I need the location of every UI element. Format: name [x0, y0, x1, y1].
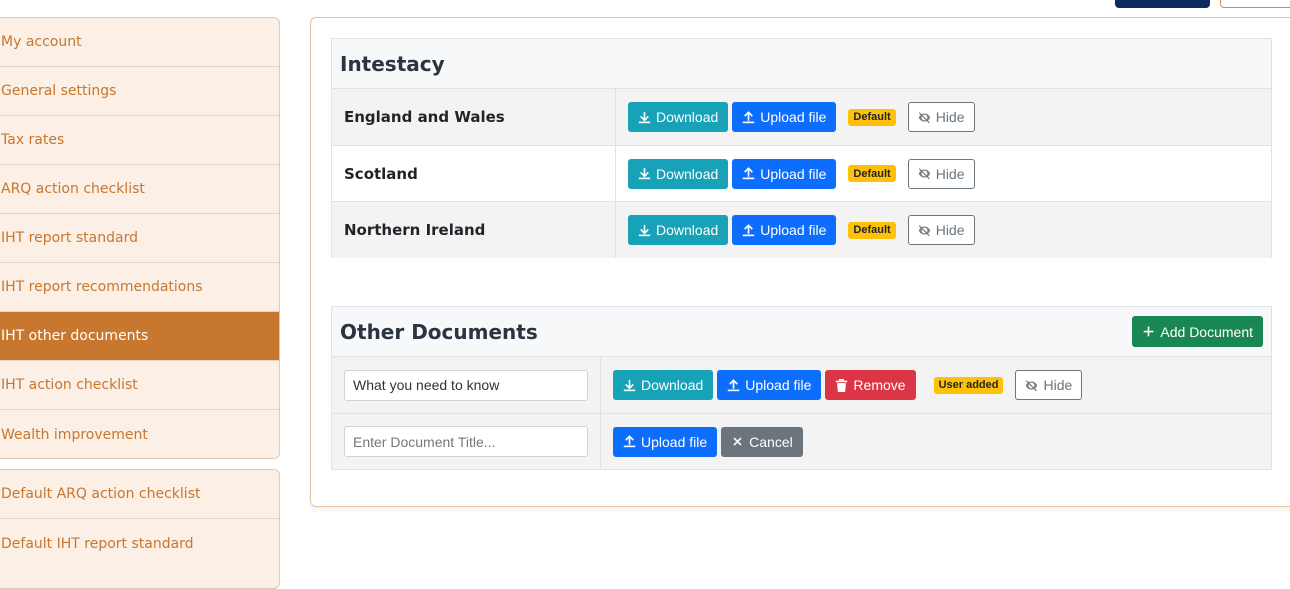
upload-file-button[interactable]: Upload file — [732, 158, 837, 189]
download-label: Download — [656, 109, 719, 125]
eye-slash-icon — [918, 224, 930, 236]
sidebar-item-arq-action-checklist[interactable]: ARQ action checklist — [0, 165, 279, 214]
row-label: Scotland — [332, 146, 616, 201]
row-title-cell — [332, 414, 601, 469]
sidebar-item-my-account[interactable]: My account — [0, 18, 279, 67]
upload-label: Upload file — [760, 222, 827, 238]
cancel-button[interactable]: Cancel — [721, 426, 803, 457]
sidebar-item-label: Wealth improvement — [1, 426, 148, 443]
sidebar-item-default-arq-action-checklist[interactable]: Default ARQ action checklist — [0, 470, 279, 519]
hide-button[interactable]: Hide — [907, 102, 975, 132]
row-title-cell — [332, 357, 601, 413]
close-icon — [733, 437, 742, 446]
defaults-sidebar: Default ARQ action checklist Default IHT… — [0, 469, 280, 589]
upload-icon — [623, 435, 636, 448]
plus-icon — [1144, 326, 1154, 337]
settings-sidebar: My account General settings Tax rates AR… — [0, 17, 280, 459]
hide-label: Hide — [935, 165, 965, 182]
hide-button[interactable]: Hide — [1015, 370, 1083, 400]
upload-icon — [728, 378, 740, 391]
upload-label: Upload file — [760, 165, 827, 182]
download-button[interactable]: Download — [628, 102, 729, 132]
sidebar-item-label: IHT report recommendations — [1, 279, 203, 295]
table-row: Upload file Cancel — [332, 414, 1271, 469]
status-badge: Default — [848, 165, 896, 182]
other-documents-header: Other Documents Add Document — [332, 307, 1271, 357]
row-actions: Download Upload file Default Hide — [616, 202, 1271, 258]
row-actions: Download Upload file Default Hide — [616, 146, 1271, 201]
table-row: Scotland Download Upload file Default Hi… — [332, 146, 1271, 202]
upload-file-button[interactable]: Upload file — [717, 370, 822, 400]
sidebar-item-label: ARQ action checklist — [1, 181, 145, 197]
upload-file-button[interactable]: Upload file — [732, 215, 837, 245]
download-icon — [638, 111, 651, 123]
row-label: Northern Ireland — [332, 202, 616, 258]
upload-label: Upload file — [745, 377, 812, 393]
row-actions: Download Upload file Default Hide — [616, 89, 1271, 145]
sidebar-item-wealth-improvement[interactable]: Wealth improvement — [0, 410, 279, 458]
sidebar-item-label: Default ARQ action checklist — [1, 486, 201, 502]
row-label: England and Wales — [332, 89, 616, 145]
add-document-button[interactable]: Add Document — [1132, 316, 1263, 347]
download-button[interactable]: Download — [628, 215, 729, 245]
upload-file-button[interactable]: Upload file — [613, 426, 718, 457]
header-primary-button[interactable] — [1115, 0, 1210, 8]
upload-label: Upload file — [760, 109, 827, 125]
remove-button[interactable]: Remove — [825, 370, 916, 400]
add-document-label: Add Document — [1160, 323, 1253, 340]
eye-slash-icon — [918, 111, 930, 123]
new-document-title-input[interactable] — [344, 426, 588, 457]
sidebar-item-label: IHT report standard — [1, 230, 138, 246]
sidebar-item-tax-rates[interactable]: Tax rates — [0, 116, 279, 165]
download-label: Download — [656, 222, 719, 238]
eye-slash-icon — [1026, 379, 1038, 391]
other-documents-title: Other Documents — [340, 319, 538, 344]
download-label: Download — [641, 377, 704, 393]
sidebar-item-iht-action-checklist[interactable]: IHT action checklist — [0, 361, 279, 410]
row-actions: Download Upload file Remove User added H… — [601, 357, 1271, 413]
other-documents-section: Other Documents Add Document Download Up… — [331, 306, 1272, 470]
download-icon — [638, 224, 651, 236]
sidebar-item-iht-report-recommendations[interactable]: IHT report recommendations — [0, 263, 279, 312]
sidebar-item-general-settings[interactable]: General settings — [0, 67, 279, 116]
upload-icon — [743, 110, 755, 123]
sidebar-item-label: Tax rates — [1, 132, 65, 148]
sidebar-item-iht-report-standard[interactable]: IHT report standard — [0, 214, 279, 263]
sidebar-item-label: IHT other documents — [1, 328, 149, 344]
download-icon — [623, 379, 636, 391]
sidebar-item-label: General settings — [1, 83, 117, 99]
hide-label: Hide — [1043, 377, 1073, 393]
eye-slash-icon — [918, 168, 930, 180]
sidebar-item-iht-other-documents[interactable]: IHT other documents — [0, 312, 279, 361]
table-row: Download Upload file Remove User added H… — [332, 357, 1271, 414]
upload-icon — [743, 223, 755, 236]
status-badge: User added — [933, 376, 1004, 394]
hide-button[interactable]: Hide — [907, 158, 975, 189]
download-button[interactable]: Download — [628, 158, 729, 189]
sidebar-item-label: My account — [1, 34, 82, 50]
download-button[interactable]: Download — [613, 370, 714, 400]
upload-label: Upload file — [641, 433, 708, 450]
cancel-label: Cancel — [749, 433, 793, 450]
hide-button[interactable]: Hide — [907, 215, 975, 245]
table-row: Northern Ireland Download Upload file De… — [332, 202, 1271, 258]
hide-label: Hide — [935, 109, 965, 125]
download-label: Download — [656, 165, 719, 182]
status-badge: Default — [848, 221, 896, 239]
header-secondary-button[interactable] — [1220, 0, 1290, 8]
status-badge: Default — [848, 108, 896, 126]
hide-label: Hide — [935, 222, 965, 238]
intestacy-header: Intestacy — [332, 39, 1271, 89]
intestacy-section: Intestacy England and Wales Download Upl… — [331, 38, 1272, 258]
download-icon — [638, 167, 651, 180]
sidebar-item-label: IHT action checklist — [1, 377, 138, 393]
document-title-input[interactable] — [344, 369, 588, 401]
intestacy-title: Intestacy — [340, 51, 445, 76]
upload-file-button[interactable]: Upload file — [732, 102, 837, 132]
table-row: England and Wales Download Upload file D… — [332, 89, 1271, 146]
remove-label: Remove — [853, 377, 906, 393]
trash-icon — [836, 378, 848, 392]
row-actions: Upload file Cancel — [601, 414, 1271, 469]
upload-icon — [743, 167, 755, 180]
